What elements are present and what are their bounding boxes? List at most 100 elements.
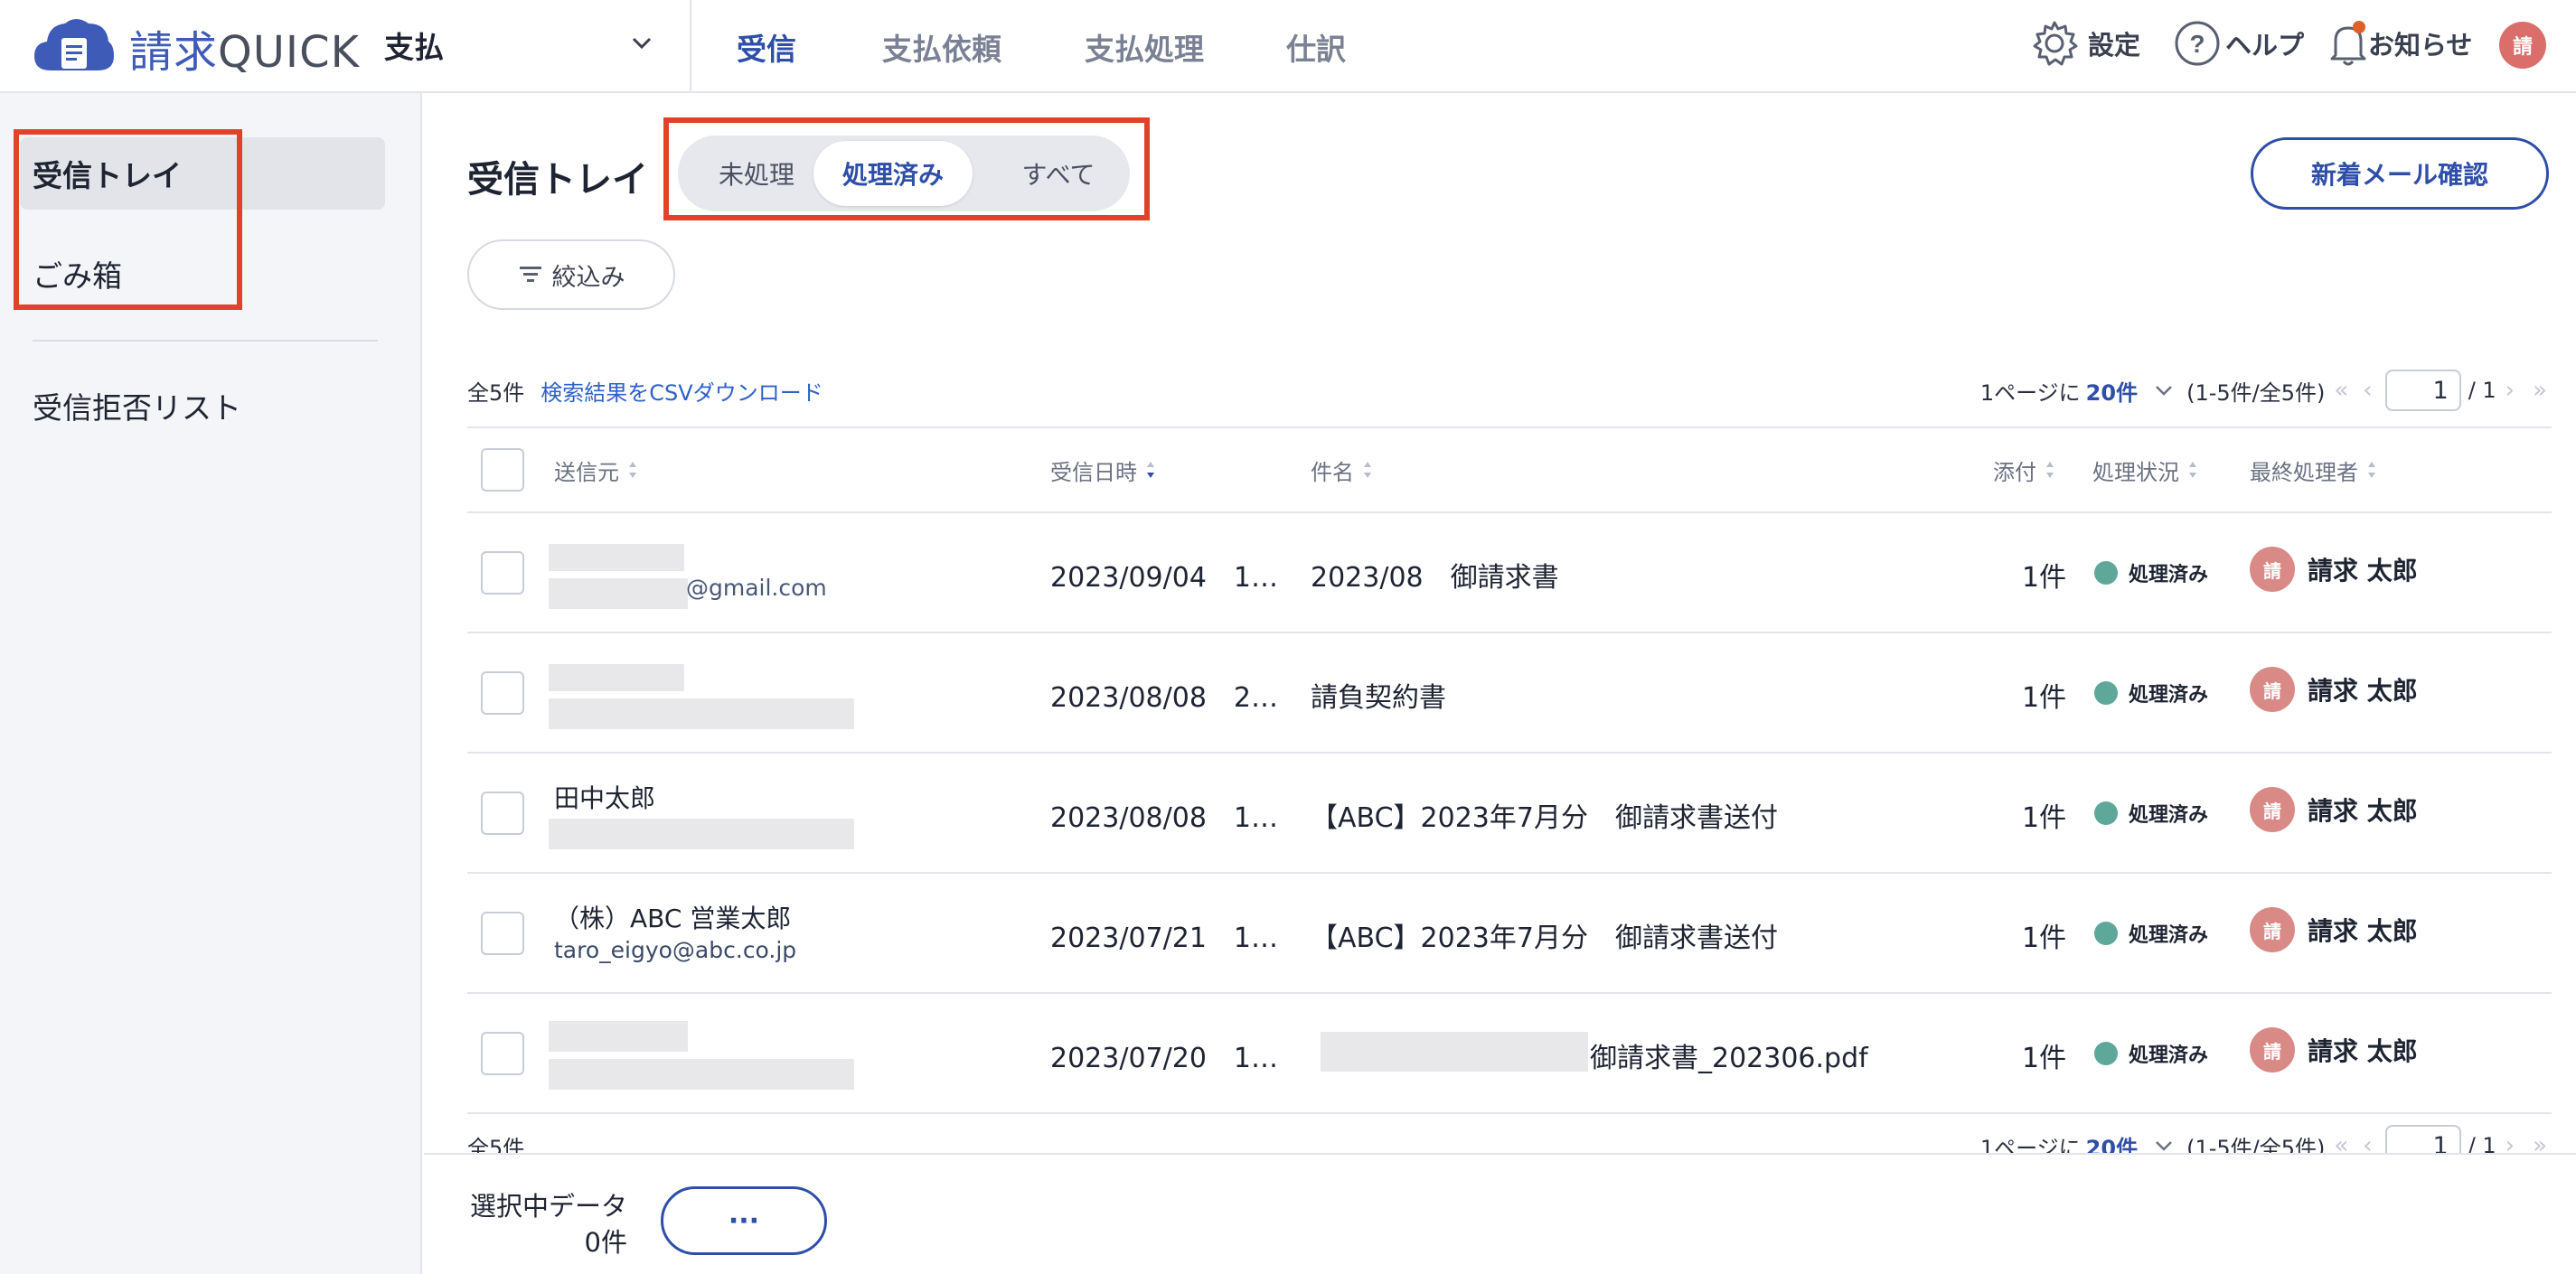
column-label: 件名 [1311,459,1354,485]
selection-action-bar: 選択中データ 0件 ··· [424,1153,2576,1274]
selected-data-label: 選択中データ [469,1191,627,1222]
attachment-count: 1件 [2022,682,2067,714]
row-checkbox[interactable] [481,912,524,955]
processor-name: 請求 太郎 [2308,916,2418,946]
sender-name: （株）ABC 営業太郎 [554,904,792,933]
sort-desc-icon [1147,462,1154,478]
page-title: 受信トレイ [467,159,648,201]
row-checkbox[interactable] [481,671,524,715]
check-new-mail-button[interactable]: 新着メール確認 [2251,137,2549,210]
business-type-select[interactable]: 支払 [384,20,655,65]
column-label: 添付 [1993,459,2036,485]
select-all-checkbox[interactable] [481,448,524,492]
page-number-input[interactable]: 1 [2384,370,2461,411]
prev-page-icon[interactable]: ‹ [2363,377,2372,404]
filter-icon [519,267,541,282]
attachment-count: 1件 [2022,923,2067,954]
status-label: 処理済み [2129,1044,2209,1067]
attachment-count: 1件 [2022,802,2067,834]
nav-tab-journal[interactable]: 仕訳 [1286,25,1346,69]
column-header-subject[interactable]: 件名 [1311,426,1372,513]
notifications-button[interactable]: お知らせ [2328,16,2472,70]
first-page-icon[interactable]: « [2334,377,2348,404]
sidebar-divider [33,340,378,342]
cloud-document-logo-icon[interactable] [31,13,116,76]
filter-button[interactable]: 絞込み [467,239,675,310]
logo-text-quick: QUICK [218,27,361,78]
user-avatar[interactable]: 請 [2499,22,2546,69]
redacted-sender-name [549,544,684,571]
sort-icon [629,462,636,478]
sidebar-item-inbox[interactable]: 受信トレイ [20,137,385,210]
status-badge: 処理済み [2094,679,2208,707]
filter-label: 絞込み [551,263,625,292]
app-logo-text[interactable]: 請求QUICK [129,16,360,80]
gear-icon [2033,21,2078,66]
last-page-icon[interactable]: » [2533,377,2547,404]
last-processor: 請請求 太郎 [2250,1027,2418,1073]
sidebar-item-trash[interactable]: ごみ箱 [20,238,385,310]
last-processor: 請請求 太郎 [2250,667,2418,712]
processor-name: 請求 太郎 [2308,556,2418,585]
row-checkbox[interactable] [481,792,524,835]
next-page-icon[interactable]: › [2505,377,2515,404]
avatar: 請 [2250,907,2295,952]
status-dot-icon [2094,801,2118,825]
nav-tab-payment-request[interactable]: 支払依頼 [882,25,1001,69]
per-page-label: 1ページに [1979,379,2081,406]
segment-processed[interactable]: 処理済み [813,141,973,206]
row-checkbox[interactable] [481,551,524,595]
column-label: 処理状況 [2092,459,2179,485]
avatar: 請 [2250,787,2295,832]
column-header-attachments[interactable]: 添付 [1993,426,2054,513]
table-row[interactable]: 2023/08/08 2… 請負契約書 1件 処理済み 請請求 太郎 [467,633,2552,752]
redacted-sender-name [549,1021,688,1052]
segment-unprocessed[interactable]: 未処理 [689,141,824,206]
subject: 【ABC】2023年7月分 御請求書送付 [1311,923,1778,954]
last-processor: 請請求 太郎 [2250,547,2418,592]
status-badge: 処理済み [2094,558,2208,587]
subject: 【ABC】2023年7月分 御請求書送付 [1311,802,1778,834]
chevron-down-icon[interactable] [2152,379,2176,402]
csv-download-link[interactable]: 検索結果をCSVダウンロード [541,375,823,407]
column-header-last-processor[interactable]: 最終処理者 [2250,426,2376,513]
help-button[interactable]: ? ヘルプ [2173,16,2304,70]
table-row[interactable]: 田中太郎 2023/08/08 1… 【ABC】2023年7月分 御請求書送付 … [467,754,2552,872]
status-label: 処理済み [2129,564,2209,586]
table-row[interactable]: （株）ABC 営業太郎 taro_eigyo@abc.co.jp 2023/07… [467,874,2552,992]
row-checkbox[interactable] [481,1032,524,1075]
processor-name: 請求 太郎 [2308,1036,2418,1066]
attachment-count: 1件 [2022,562,2067,594]
received-date: 2023/07/21 1… [1050,923,1278,954]
subject: 2023/08 御請求書 [1311,562,1559,594]
sender-email: taro_eigyo@abc.co.jp [554,937,797,963]
nav-tab-inbox[interactable]: 受信 [737,25,796,69]
status-label: 処理済み [2129,684,2209,707]
header-divider [690,0,691,93]
column-header-status[interactable]: 処理状況 [2092,426,2197,513]
status-dot-icon [2094,922,2118,945]
status-badge: 処理済み [2094,1039,2208,1068]
more-actions-button[interactable]: ··· [661,1186,827,1255]
table-row[interactable]: @gmail.com 2023/09/04 1… 2023/08 御請求書 1件… [467,513,2552,632]
redacted-sender-email [549,698,854,729]
column-header-sender[interactable]: 送信元 [554,426,637,513]
chevron-down-icon [632,37,652,50]
settings-label: 設定 [2088,30,2141,61]
avatar: 請 [2250,547,2295,592]
column-label: 受信日時 [1050,459,1137,485]
status-badge: 処理済み [2094,799,2208,828]
subject: 御請求書_202306.pdf [1590,1043,1868,1074]
sort-icon [2368,462,2375,478]
result-summary: 全5件 検索結果をCSVダウンロード [467,372,823,408]
sidebar-item-block-list[interactable]: 受信拒否リスト [20,370,385,442]
column-header-received-date[interactable]: 受信日時 [1050,426,1155,513]
settings-button[interactable]: 設定 [2030,16,2140,70]
sender-name: 田中太郎 [554,783,656,813]
segment-all[interactable]: すべて [992,141,1124,206]
column-label: 最終処理者 [2250,459,2358,485]
table-row[interactable]: 2023/07/20 1… 御請求書_202306.pdf 1件 処理済み 請請… [467,994,2552,1112]
status-segmented-control: 未処理 処理済み すべて [678,136,1130,211]
nav-tab-payment-process[interactable]: 支払処理 [1085,25,1204,69]
per-page-select[interactable]: 20件 [2086,375,2138,407]
